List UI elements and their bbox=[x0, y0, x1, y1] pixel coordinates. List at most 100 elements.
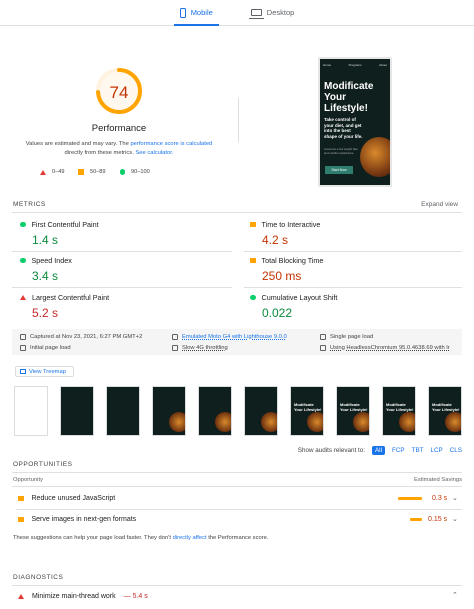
filter-cls[interactable]: CLS bbox=[450, 447, 462, 454]
filmstrip-frame: Modificate Your Lifestyle! bbox=[428, 386, 462, 436]
captured-at: Captured at Nov 23, 2021, 6:27 PM GMT+2 bbox=[20, 334, 142, 340]
metric-label: Cumulative Layout Shift bbox=[261, 293, 338, 302]
metric-value: 5.2 s bbox=[32, 306, 59, 320]
fail-icon bbox=[18, 594, 24, 599]
savings-column-header: Estimated Savings bbox=[413, 477, 462, 483]
suggestions-note: These suggestions can help your page loa… bbox=[13, 535, 268, 541]
metric-value: 250 ms bbox=[262, 269, 302, 283]
chevron-up-icon[interactable]: ⌄ bbox=[452, 590, 458, 598]
chevron-down-icon[interactable]: ⌄ bbox=[452, 515, 458, 523]
metric-tti: Time to Interactive 4.2 s bbox=[250, 220, 320, 247]
filter-tbt[interactable]: TBT bbox=[412, 447, 424, 454]
phone-nav-about: About bbox=[379, 63, 387, 67]
note-text-1: These suggestions can help your page loa… bbox=[13, 535, 173, 541]
tab-desktop[interactable]: Desktop bbox=[245, 0, 301, 25]
view-treemap-button[interactable]: View Treemap bbox=[15, 366, 74, 377]
savings-value: 0.3 s bbox=[432, 495, 448, 502]
metric-label: Time to Interactive bbox=[261, 220, 321, 229]
note-text-1: Values are estimated and may vary. The bbox=[25, 141, 131, 147]
fail-icon bbox=[20, 295, 26, 300]
divider bbox=[12, 287, 232, 288]
info-text: Single page load bbox=[330, 334, 374, 340]
note-text-2: directly from these metrics. bbox=[64, 150, 136, 156]
metric-cls: Cumulative Layout Shift 0.022 bbox=[250, 293, 337, 320]
info-text[interactable]: Slow 4G throttling bbox=[182, 345, 228, 351]
final-screenshot[interactable]: Home Programs About Modificate Your Life… bbox=[318, 57, 392, 187]
phone-small-text: Consume a low weight diet, and nutrition… bbox=[324, 147, 359, 155]
food-image bbox=[353, 412, 369, 432]
filter-lcp[interactable]: LCP bbox=[431, 447, 443, 454]
frame-text: Modificate Your Lifestyle! bbox=[432, 402, 460, 412]
metric-label: Speed Index bbox=[31, 256, 72, 265]
divider bbox=[244, 251, 462, 252]
filmstrip-frame bbox=[244, 386, 278, 436]
timer-icon bbox=[20, 345, 26, 351]
filmstrip-frame: Modificate Your Lifestyle! bbox=[290, 386, 324, 436]
divider bbox=[12, 212, 462, 213]
tab-mobile-label: Mobile bbox=[190, 8, 213, 17]
page-load-type: Single page load bbox=[320, 334, 373, 340]
estimate-note: Values are estimated and may vary. The p… bbox=[20, 140, 218, 158]
diagnostics-title: DIAGNOSTICS bbox=[13, 574, 64, 581]
chevron-down-icon[interactable]: ⌄ bbox=[452, 494, 458, 502]
see-calculator-link[interactable]: See calculator. bbox=[135, 150, 173, 156]
pass-icon bbox=[20, 257, 26, 264]
filmstrip: Modificate Your Lifestyle! Modificate Yo… bbox=[14, 386, 462, 436]
audit-label: Reduce unused JavaScript bbox=[31, 495, 116, 502]
metric-value: 4.2 s bbox=[262, 233, 289, 247]
food-image bbox=[261, 412, 277, 432]
performance-title: Performance bbox=[91, 123, 147, 134]
average-icon bbox=[18, 495, 24, 502]
filmstrip-frame bbox=[152, 386, 186, 436]
divider bbox=[238, 98, 239, 142]
info-text[interactable]: Emulated Moto G4 with Lighthouse 9.0.0 bbox=[182, 334, 287, 340]
legend-fail-label: 0–49 bbox=[52, 169, 65, 175]
phone-icon bbox=[179, 7, 186, 18]
expand-view-link[interactable]: Expand view bbox=[421, 201, 458, 208]
divider bbox=[12, 472, 462, 473]
average-icon bbox=[250, 257, 256, 264]
phone-nav: Home Programs About bbox=[323, 63, 387, 67]
food-image bbox=[215, 412, 231, 432]
metric-lcp: Largest Contentful Paint 5.2 s bbox=[20, 293, 109, 320]
audit-filter-label: Show audits relevant to: bbox=[297, 447, 365, 454]
browser-version: Using HeadlessChromium 95.0.4638.69 with… bbox=[320, 345, 450, 351]
food-image bbox=[399, 412, 415, 432]
info-text: Initial page load bbox=[30, 345, 71, 351]
divider bbox=[16, 509, 462, 510]
throttling: Slow 4G throttling bbox=[172, 345, 228, 351]
directly-affect-link[interactable]: directly affect bbox=[173, 535, 207, 541]
food-image bbox=[360, 137, 390, 177]
tab-desktop-label: Desktop bbox=[266, 8, 295, 17]
metric-label: Largest Contentful Paint bbox=[32, 293, 110, 302]
info-text[interactable]: Using HeadlessChromium 95.0.4638.69 with… bbox=[330, 345, 450, 351]
metric-fcp: First Contentful Paint 1.4 s bbox=[20, 220, 99, 247]
audit-next-gen-images[interactable]: Serve images in next-gen formats bbox=[18, 516, 136, 523]
metrics-title: METRICS bbox=[13, 201, 46, 208]
filter-fcp[interactable]: FCP bbox=[392, 447, 405, 454]
audit-label: Serve images in next-gen formats bbox=[31, 516, 137, 523]
tab-mobile[interactable]: Mobile bbox=[173, 0, 219, 26]
frame-text: Modificate Your Lifestyle! bbox=[294, 402, 322, 412]
frame-text: Modificate Your Lifestyle! bbox=[386, 402, 414, 412]
filmstrip-frame bbox=[198, 386, 232, 436]
square-icon bbox=[78, 169, 84, 175]
audit-unused-js[interactable]: Reduce unused JavaScript bbox=[18, 495, 115, 502]
filmstrip-frame: Modificate Your Lifestyle! bbox=[336, 386, 370, 436]
food-image bbox=[307, 412, 323, 432]
view-treemap-label: View Treemap bbox=[29, 368, 66, 375]
filter-all[interactable]: All bbox=[371, 446, 385, 455]
audit-value: — 5.4 s bbox=[123, 593, 148, 600]
savings-value: 0.15 s bbox=[428, 516, 448, 523]
phone-pitch: Take control of your diet, and get into … bbox=[324, 117, 363, 139]
run-info bbox=[12, 329, 462, 355]
phone-nav-home: Home bbox=[323, 63, 332, 67]
food-image bbox=[169, 412, 185, 432]
average-icon bbox=[250, 221, 256, 228]
score-calculated-link[interactable]: performance score is calculated bbox=[130, 141, 212, 147]
treemap-icon bbox=[20, 369, 26, 374]
desktop-icon bbox=[248, 9, 264, 19]
audit-main-thread[interactable]: Minimize main-thread work — 5.4 s bbox=[18, 593, 148, 600]
metric-label: Total Blocking Time bbox=[261, 256, 324, 265]
info-text: Captured at Nov 23, 2021, 6:27 PM GMT+2 bbox=[30, 334, 143, 340]
